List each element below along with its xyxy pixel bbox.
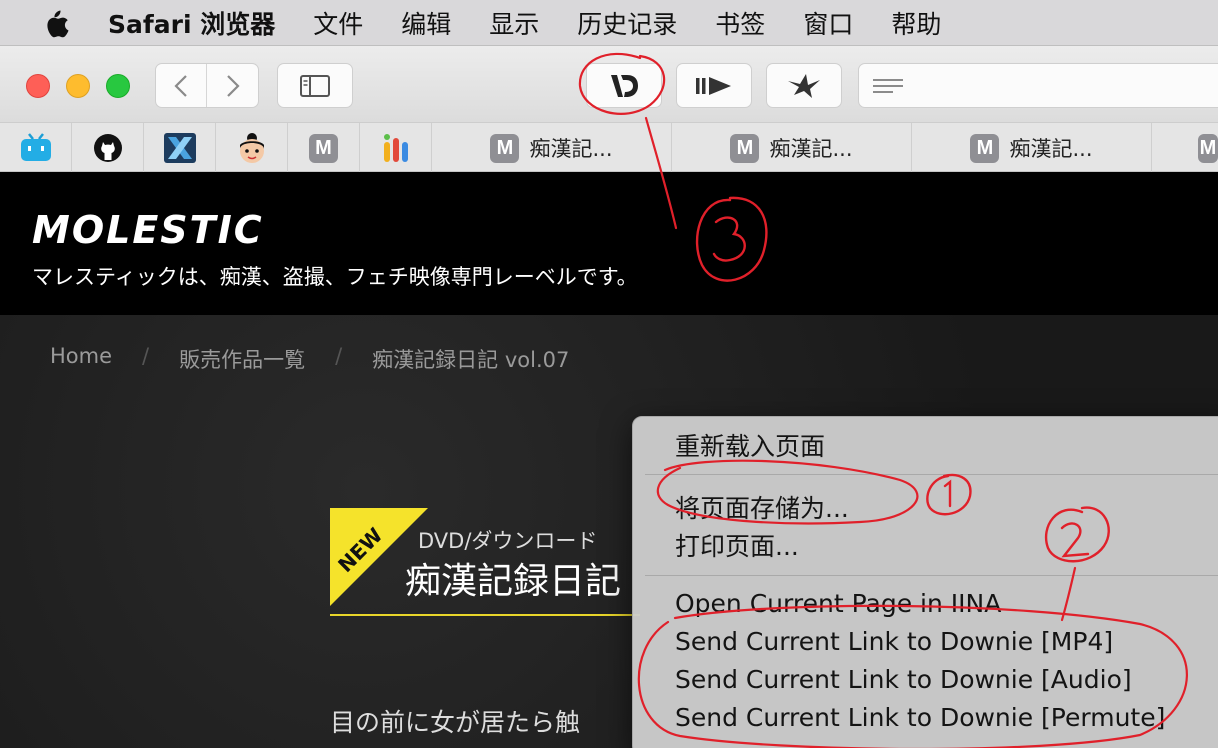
breadcrumb-separator: / xyxy=(142,344,150,368)
context-menu: 重新载入页面 将页面存储为... 打印页面... Open Current Pa… xyxy=(632,416,1218,748)
favorite-tab-1[interactable]: M 痴漢記... xyxy=(432,123,672,173)
menu-item-save-page[interactable]: 将页面存储为... xyxy=(675,489,849,525)
favorite-x-app[interactable] xyxy=(144,123,216,173)
chevron-left-icon xyxy=(174,74,187,97)
breadcrumb: Home / 販売作品一覧 / 痴漢記録日記 vol.07 xyxy=(50,344,569,374)
zoom-window-button[interactable] xyxy=(106,74,130,98)
github-icon xyxy=(93,134,122,162)
sidebar-toggle-button[interactable] xyxy=(277,63,353,108)
breadcrumb-current: 痴漢記録日記 vol.07 xyxy=(372,348,570,372)
chevron-right-icon xyxy=(226,74,240,97)
menu-help[interactable]: 帮助 xyxy=(891,5,941,41)
menu-app-name[interactable]: Safari 浏览器 xyxy=(108,5,275,41)
breadcrumb-products[interactable]: 販売作品一覧 xyxy=(179,344,305,374)
favorite-tab-4[interactable]: M xyxy=(1152,123,1218,173)
m-badge-icon: M xyxy=(1198,133,1218,163)
favorite-avatar-site[interactable] xyxy=(216,123,288,173)
m-badge-icon: M xyxy=(309,133,338,163)
x-app-icon xyxy=(163,133,196,163)
browser-toolbar xyxy=(0,45,1218,122)
back-forward-group xyxy=(155,63,259,108)
favorite-github[interactable] xyxy=(72,123,144,173)
reader-lines-icon xyxy=(873,79,903,93)
downie-extension-button[interactable] xyxy=(586,63,662,108)
product-description: 目の前に女が居たら触 xyxy=(330,708,581,737)
m-badge-icon: M xyxy=(490,133,520,163)
favorite-tab-3[interactable]: M 痴漢記... xyxy=(912,123,1152,173)
breadcrumb-home[interactable]: Home xyxy=(50,344,112,374)
menu-history[interactable]: 历史记录 xyxy=(577,5,677,41)
menu-edit[interactable]: 编辑 xyxy=(401,5,451,41)
play-extension-button[interactable] xyxy=(676,63,752,108)
site-tagline: マレスティックは、痴漢、盗撮、フェチ映像専門レーベルです。 xyxy=(32,265,638,289)
bird-icon xyxy=(788,73,820,98)
favorite-m-site[interactable]: M xyxy=(288,123,360,173)
product-title: 痴漢記録日記 xyxy=(405,561,622,602)
menu-bookmarks[interactable]: 书签 xyxy=(715,5,765,41)
forward-button[interactable] xyxy=(207,64,258,107)
minimize-window-button[interactable] xyxy=(66,74,90,98)
menu-separator xyxy=(645,575,1218,576)
menu-item-downie-audio[interactable]: Send Current Link to Downie [Audio] xyxy=(675,665,1132,694)
menu-item-open-iina[interactable]: Open Current Page in IINA xyxy=(675,589,1001,618)
downie-icon xyxy=(611,74,638,97)
menu-file[interactable]: 文件 xyxy=(313,5,363,41)
apple-icon[interactable] xyxy=(40,8,80,38)
menu-view[interactable]: 显示 xyxy=(489,5,539,41)
menu-item-print[interactable]: 打印页面... xyxy=(675,527,799,563)
menu-separator xyxy=(645,474,1218,475)
bird-extension-button[interactable] xyxy=(766,63,842,108)
product-kind: DVD/ダウンロード xyxy=(418,529,598,553)
address-bar[interactable] xyxy=(858,63,1218,108)
breadcrumb-separator: / xyxy=(335,344,343,368)
bilibili-icon xyxy=(20,133,51,161)
favorites-bar: M M 痴漢記... M 痴漢記... M 痴漢記... M xyxy=(0,122,1218,173)
title-underline xyxy=(330,614,640,616)
favorite-tab-label: 痴漢記... xyxy=(1009,137,1093,161)
close-window-button[interactable] xyxy=(26,74,50,98)
favorite-tab-2[interactable]: M 痴漢記... xyxy=(672,123,912,173)
m-badge-icon: M xyxy=(970,133,1000,163)
menu-bar: Safari 浏览器 文件 编辑 显示 历史记录 书签 窗口 帮助 xyxy=(0,0,1218,45)
site-logo[interactable]: MOLESTIC xyxy=(32,208,264,252)
reader-play-icon xyxy=(696,76,731,95)
favorite-tab-label: 痴漢記... xyxy=(529,137,613,161)
menu-window[interactable]: 窗口 xyxy=(803,5,853,41)
menu-item-downie-permute[interactable]: Send Current Link to Downie [Permute] xyxy=(675,703,1165,732)
m-badge-icon: M xyxy=(730,133,760,163)
colorful-logo-icon xyxy=(383,134,408,162)
favorite-bilibili[interactable] xyxy=(0,123,72,173)
cartoon-face-icon xyxy=(239,133,264,163)
favorite-tab-label: 痴漢記... xyxy=(769,137,853,161)
back-button[interactable] xyxy=(156,64,207,107)
menu-item-reload[interactable]: 重新载入页面 xyxy=(675,427,825,463)
favorite-colorful-site[interactable] xyxy=(360,123,432,173)
sidebar-icon xyxy=(300,74,330,97)
menu-item-downie-mp4[interactable]: Send Current Link to Downie [MP4] xyxy=(675,627,1113,656)
